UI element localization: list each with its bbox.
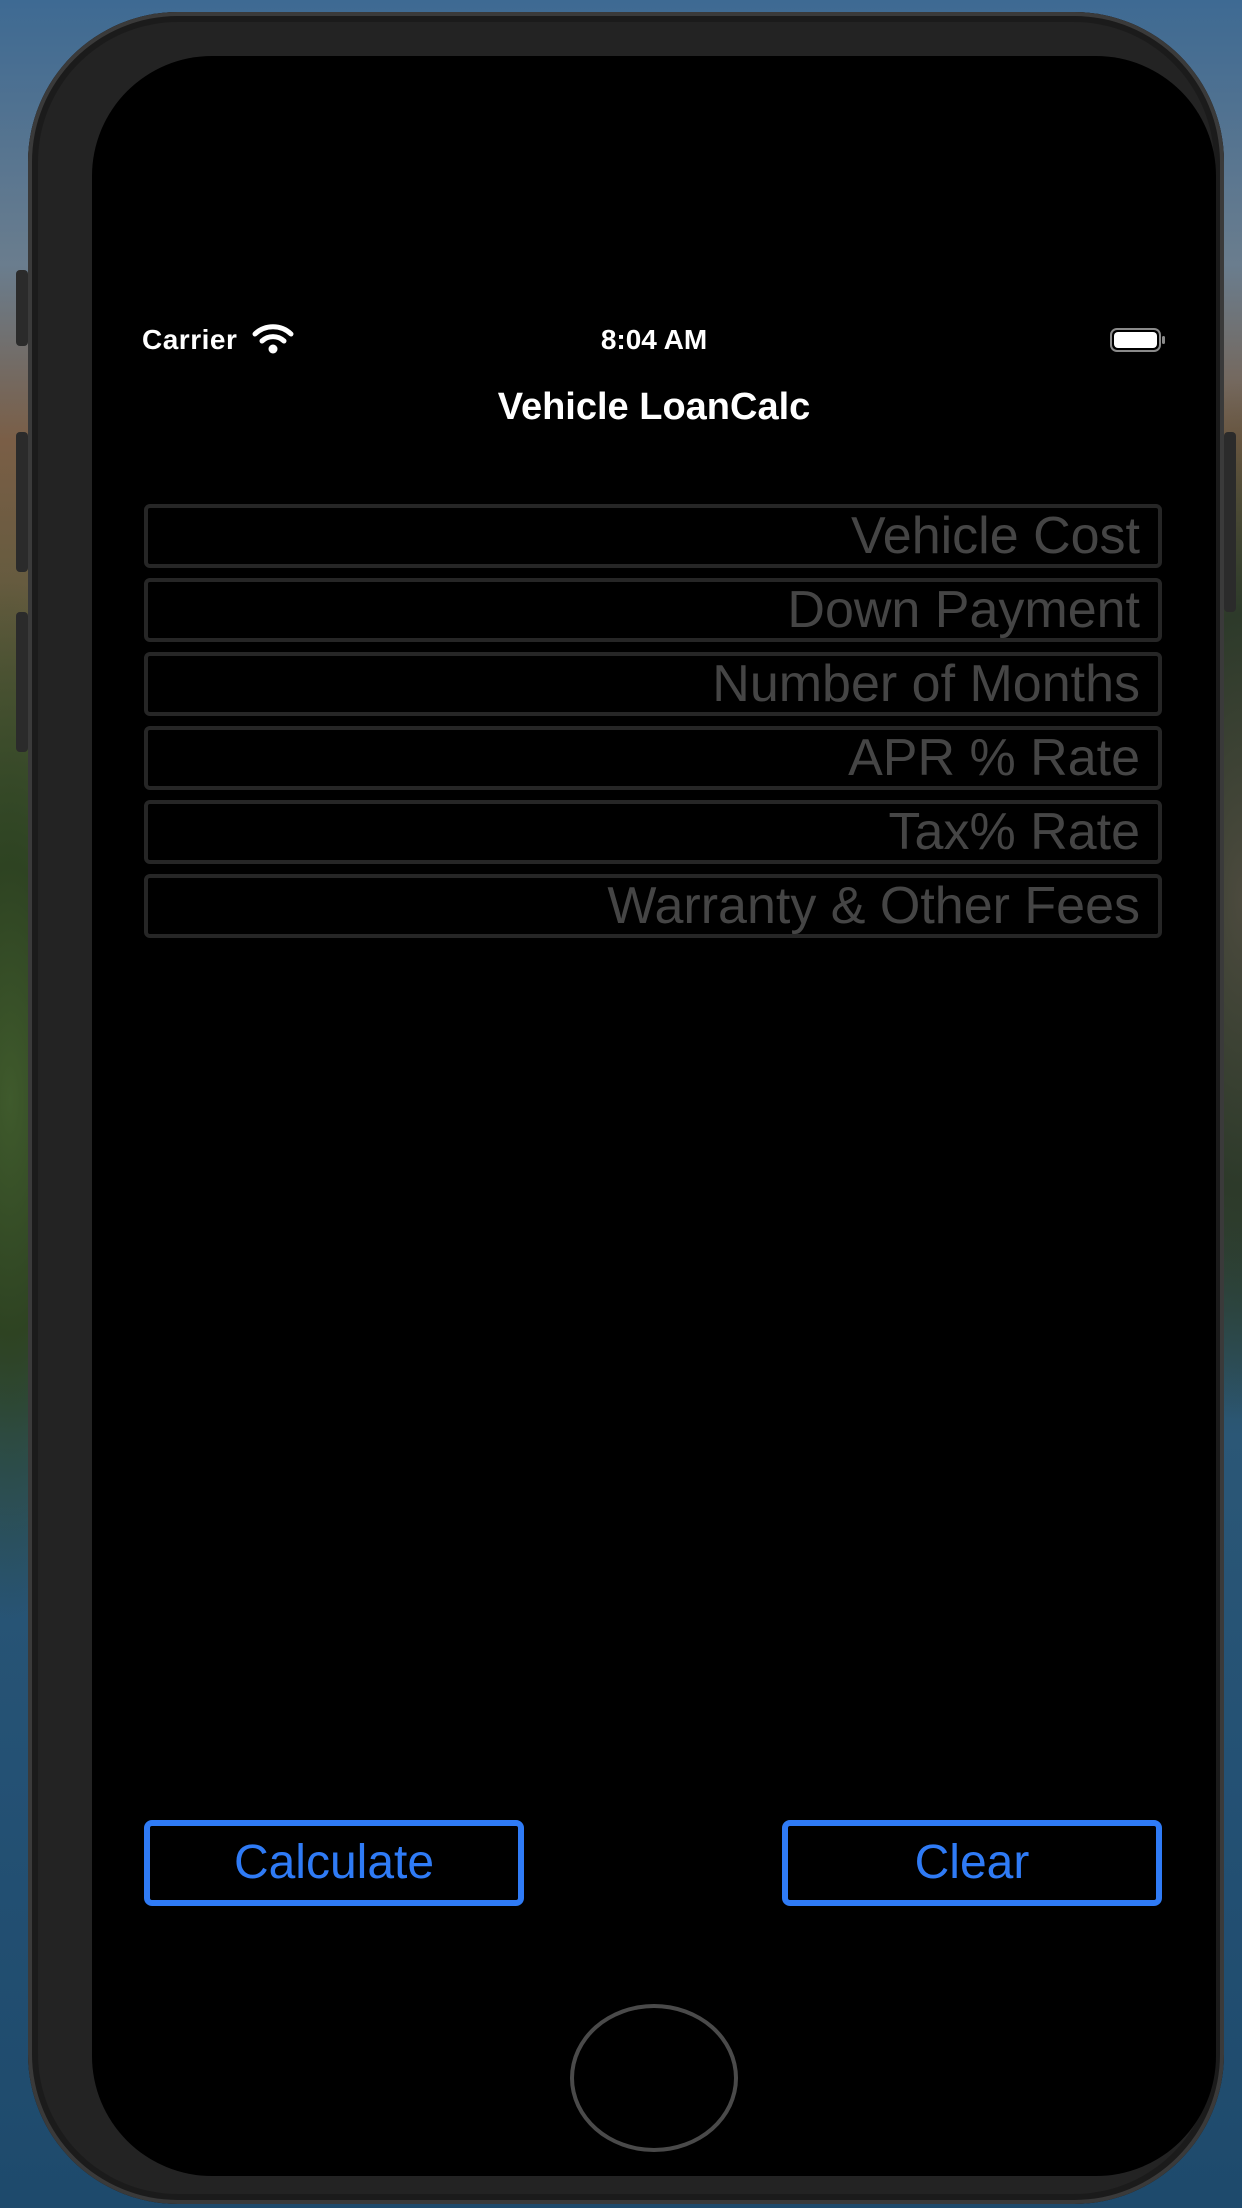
home-button[interactable] [570, 2004, 738, 2152]
clear-button[interactable]: Clear [782, 1820, 1162, 1906]
volume-up-button [16, 432, 28, 572]
vehicle-cost-input[interactable] [144, 504, 1162, 568]
mute-switch [16, 270, 28, 346]
phone-frame: Carrier 8:04 AM Vehicle LoanCalc Calcula… [16, 12, 1236, 2204]
nav-title: Vehicle LoanCalc [497, 386, 811, 428]
tax-rate-input[interactable] [144, 800, 1162, 864]
warranty-fees-input[interactable] [144, 874, 1162, 938]
down-payment-input[interactable] [144, 578, 1162, 642]
apr-rate-input[interactable] [144, 726, 1162, 790]
battery-full-icon [1110, 328, 1165, 352]
status-time: 8:04 AM [600, 324, 708, 355]
status-bar: Carrier 8:04 AM [92, 318, 1216, 366]
number-of-months-input[interactable] [144, 652, 1162, 716]
calculate-button[interactable]: Calculate [144, 1820, 524, 1906]
power-button [1224, 432, 1236, 612]
phone-screen: Carrier 8:04 AM Vehicle LoanCalc Calcula… [92, 56, 1216, 2176]
volume-down-button [16, 612, 28, 752]
